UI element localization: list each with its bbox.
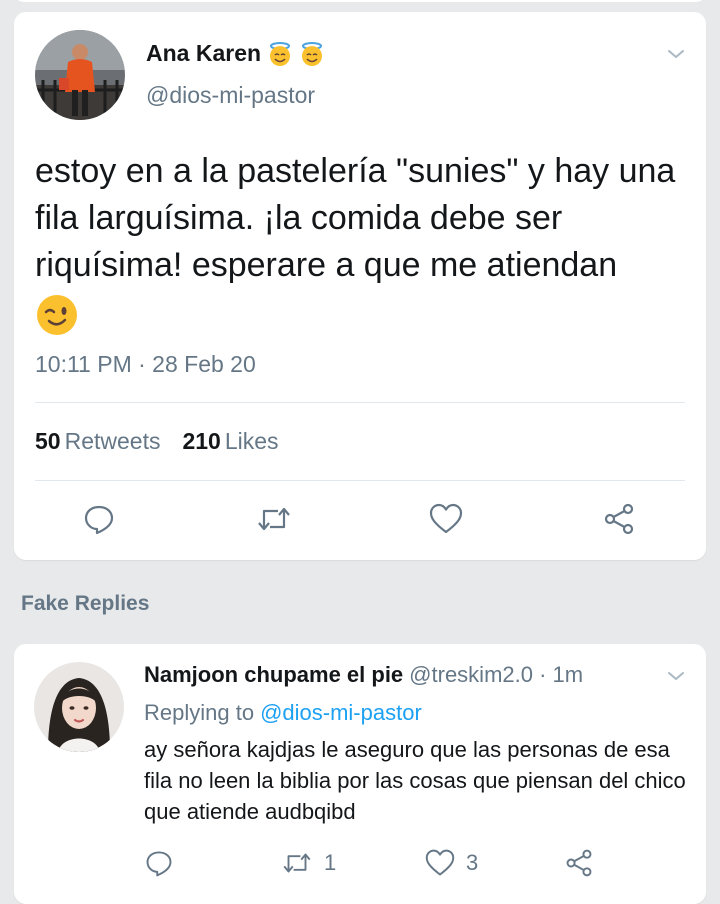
like-icon bbox=[425, 849, 455, 876]
retweets-label: Retweets bbox=[64, 428, 161, 454]
retweet-button[interactable] bbox=[254, 502, 294, 536]
reply-button[interactable] bbox=[82, 502, 116, 536]
replying-to: Replying to @dios-mi-pastor bbox=[144, 700, 422, 726]
angel-face-emoji-icon bbox=[267, 41, 293, 67]
share-button[interactable] bbox=[564, 848, 594, 878]
tweet-stats: 50 Retweets 210 Likes bbox=[35, 428, 279, 455]
chevron-down-icon[interactable] bbox=[664, 664, 688, 688]
handle[interactable]: @dios-mi-pastor bbox=[146, 82, 315, 109]
divider bbox=[35, 402, 685, 403]
likes-label: Likes bbox=[224, 428, 279, 454]
replying-handle-link[interactable]: @dios-mi-pastor bbox=[260, 700, 422, 725]
angel-face-emoji-icon bbox=[299, 41, 325, 67]
reply-icon bbox=[146, 851, 172, 877]
avatar[interactable] bbox=[34, 662, 124, 752]
like-button[interactable] bbox=[428, 502, 464, 536]
chevron-down-icon[interactable] bbox=[664, 42, 688, 66]
like-icon bbox=[429, 503, 463, 534]
tweet-text: estoy en a la pastelería "sunies" y hay … bbox=[35, 148, 695, 337]
likes-stat[interactable]: 210 Likes bbox=[182, 428, 278, 455]
timestamp[interactable]: 10:11 PM · 28 Feb 20 bbox=[35, 351, 256, 378]
winking-face-emoji-icon bbox=[35, 293, 79, 337]
retweet-button[interactable]: 1 bbox=[280, 848, 336, 878]
tweet-body: estoy en a la pastelería "sunies" y hay … bbox=[35, 152, 676, 284]
reply-header: Namjoon chupame el pie @treskim2.0 · 1m bbox=[144, 662, 583, 688]
display-name[interactable]: Ana Karen bbox=[146, 40, 261, 67]
divider bbox=[35, 480, 685, 481]
reply-text: ay señora kajdjas le aseguro que las per… bbox=[144, 737, 686, 824]
reply-button[interactable] bbox=[144, 848, 174, 878]
retweets-stat[interactable]: 50 Retweets bbox=[35, 428, 160, 455]
reply-display-name[interactable]: Namjoon chupame el pie bbox=[144, 662, 403, 687]
reply-like-count: 3 bbox=[466, 850, 479, 875]
retweet-icon bbox=[258, 507, 290, 531]
share-icon bbox=[566, 849, 592, 877]
reply-icon bbox=[84, 505, 114, 535]
section-label: Fake Replies bbox=[21, 592, 150, 615]
avatar[interactable] bbox=[35, 30, 125, 120]
reply-handle-time[interactable]: @treskim2.0 · 1m bbox=[409, 662, 583, 687]
retweet-icon bbox=[283, 853, 311, 873]
retweets-count: 50 bbox=[35, 428, 61, 454]
main-tweet-card[interactable]: Ana Karen @dios-mi-pastor estoy en a la … bbox=[14, 12, 706, 560]
share-icon bbox=[604, 503, 634, 535]
reply-retweet-count: 1 bbox=[324, 850, 337, 875]
reply-card[interactable]: Namjoon chupame el pie @treskim2.0 · 1m R… bbox=[14, 644, 706, 904]
like-button[interactable]: 3 bbox=[424, 848, 478, 878]
share-button[interactable] bbox=[602, 502, 636, 536]
replying-prefix: Replying to bbox=[144, 700, 255, 725]
likes-count: 210 bbox=[182, 428, 221, 454]
previous-card-edge bbox=[14, 0, 706, 2]
